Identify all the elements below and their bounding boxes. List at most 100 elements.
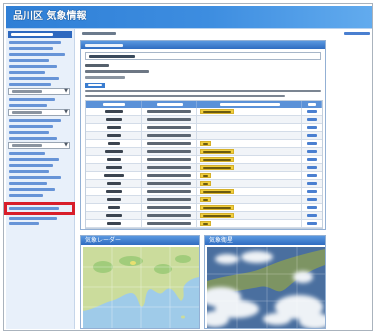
- sidebar-link[interactable]: [9, 158, 59, 161]
- sidebar-select[interactable]: ▼: [8, 109, 70, 116]
- area-name-cell: [86, 116, 142, 123]
- detail-link[interactable]: [307, 150, 318, 153]
- sidebar-link[interactable]: [9, 98, 55, 101]
- area-name-cell: [86, 156, 142, 163]
- warning-badge: [200, 141, 212, 146]
- issued-time: [146, 198, 191, 201]
- warning-cell: [197, 172, 303, 179]
- detail-link-cell: [302, 204, 322, 211]
- sidebar-link[interactable]: [9, 77, 59, 80]
- warning-badge: [200, 157, 235, 162]
- sidebar-link[interactable]: [9, 53, 65, 56]
- detail-link[interactable]: [307, 214, 318, 217]
- area-name-cell: [86, 204, 142, 211]
- area-name: [107, 126, 121, 129]
- sidebar-link[interactable]: [9, 182, 47, 185]
- area-name-cell: [86, 196, 142, 203]
- sidebar-item-active[interactable]: [8, 31, 72, 38]
- radar-panel-title: 気象レーダー: [85, 237, 122, 244]
- sidebar-link[interactable]: [9, 194, 43, 197]
- sidebar-link[interactable]: [9, 164, 53, 167]
- sidebar-link[interactable]: [9, 152, 45, 155]
- sidebar-link[interactable]: [9, 125, 53, 128]
- issued-time-cell: [142, 132, 198, 139]
- issued-time: [146, 174, 191, 177]
- sidebar-link[interactable]: [9, 119, 61, 122]
- sidebar-link[interactable]: [9, 59, 49, 62]
- description-line: [85, 90, 321, 92]
- rain-echo: [175, 255, 191, 263]
- detail-link[interactable]: [307, 142, 318, 145]
- warning-badge: [200, 165, 235, 170]
- sidebar-link[interactable]: [9, 41, 61, 44]
- warning-table-row: [86, 180, 322, 188]
- detail-link[interactable]: [307, 134, 318, 137]
- chevron-down-icon: ▼: [64, 88, 68, 94]
- detail-link[interactable]: [307, 174, 318, 177]
- issued-time-cell: [142, 108, 198, 115]
- area-name: [106, 166, 122, 169]
- sidebar-link[interactable]: [9, 104, 47, 107]
- detail-link[interactable]: [307, 190, 318, 193]
- sidebar-select[interactable]: ▼: [8, 88, 70, 95]
- sidebar-link[interactable]: [9, 188, 55, 191]
- area-name-cell: [86, 148, 142, 155]
- detail-link[interactable]: [307, 182, 318, 185]
- breadcrumb[interactable]: [82, 32, 116, 35]
- issued-time: [146, 150, 191, 153]
- detail-link-cell: [302, 108, 322, 115]
- detail-link[interactable]: [307, 110, 318, 113]
- cloud: [215, 254, 239, 264]
- site-title: 品川区 気象情報: [13, 11, 87, 22]
- radar-panel: 気象レーダー: [80, 235, 200, 329]
- warning-cell: [197, 156, 303, 163]
- detail-link[interactable]: [307, 118, 318, 121]
- area-name: [104, 174, 124, 177]
- detail-link[interactable]: [307, 198, 318, 201]
- status-label-text: [88, 84, 102, 86]
- sidebar-link[interactable]: [9, 217, 57, 220]
- area-name: [108, 206, 120, 209]
- detail-link[interactable]: [307, 158, 318, 161]
- sidebar-link[interactable]: [9, 65, 57, 68]
- issued-time-cell: [142, 156, 198, 163]
- warnings-panel: [80, 40, 326, 230]
- issued-time-cell: [142, 196, 198, 203]
- sidebar-select[interactable]: ▼: [8, 142, 70, 149]
- island: [181, 315, 185, 319]
- warning-badge-label: [203, 111, 232, 113]
- warning-cell: [197, 196, 303, 203]
- table-header-label: [220, 103, 281, 106]
- warning-table-row: [86, 140, 322, 148]
- area-name-cell: [86, 124, 142, 131]
- detail-link-cell: [302, 140, 322, 147]
- detail-link-cell: [302, 196, 322, 203]
- sidebar-link[interactable]: [9, 131, 49, 134]
- warning-table-row: [86, 172, 322, 180]
- warning-cell: [197, 164, 303, 171]
- warning-table-row: [86, 220, 322, 228]
- table-header-cell: [142, 101, 198, 108]
- sidebar-link[interactable]: [9, 170, 49, 173]
- detail-link[interactable]: [307, 166, 318, 169]
- sidebar-link[interactable]: [9, 176, 61, 179]
- warning-cell: [197, 140, 303, 147]
- detail-link[interactable]: [307, 206, 318, 209]
- sidebar-link[interactable]: [9, 222, 39, 225]
- sidebar-link[interactable]: [9, 47, 53, 50]
- update-info: [85, 70, 149, 73]
- satellite-map-image[interactable]: [207, 247, 325, 328]
- issued-time: [146, 166, 191, 169]
- header-link[interactable]: [344, 32, 370, 35]
- warnings-table: [85, 100, 323, 229]
- satellite-panel-header: 気象衛星: [205, 236, 325, 245]
- area-name-cell: [86, 164, 142, 171]
- sidebar-link[interactable]: [9, 83, 51, 86]
- area-name-cell: [86, 188, 142, 195]
- radar-map-image[interactable]: [83, 247, 199, 328]
- detail-link[interactable]: [307, 222, 318, 225]
- warning-table-row: [86, 164, 322, 172]
- detail-link[interactable]: [307, 126, 318, 129]
- sidebar-link[interactable]: [9, 71, 45, 74]
- sidebar-link[interactable]: [9, 137, 57, 140]
